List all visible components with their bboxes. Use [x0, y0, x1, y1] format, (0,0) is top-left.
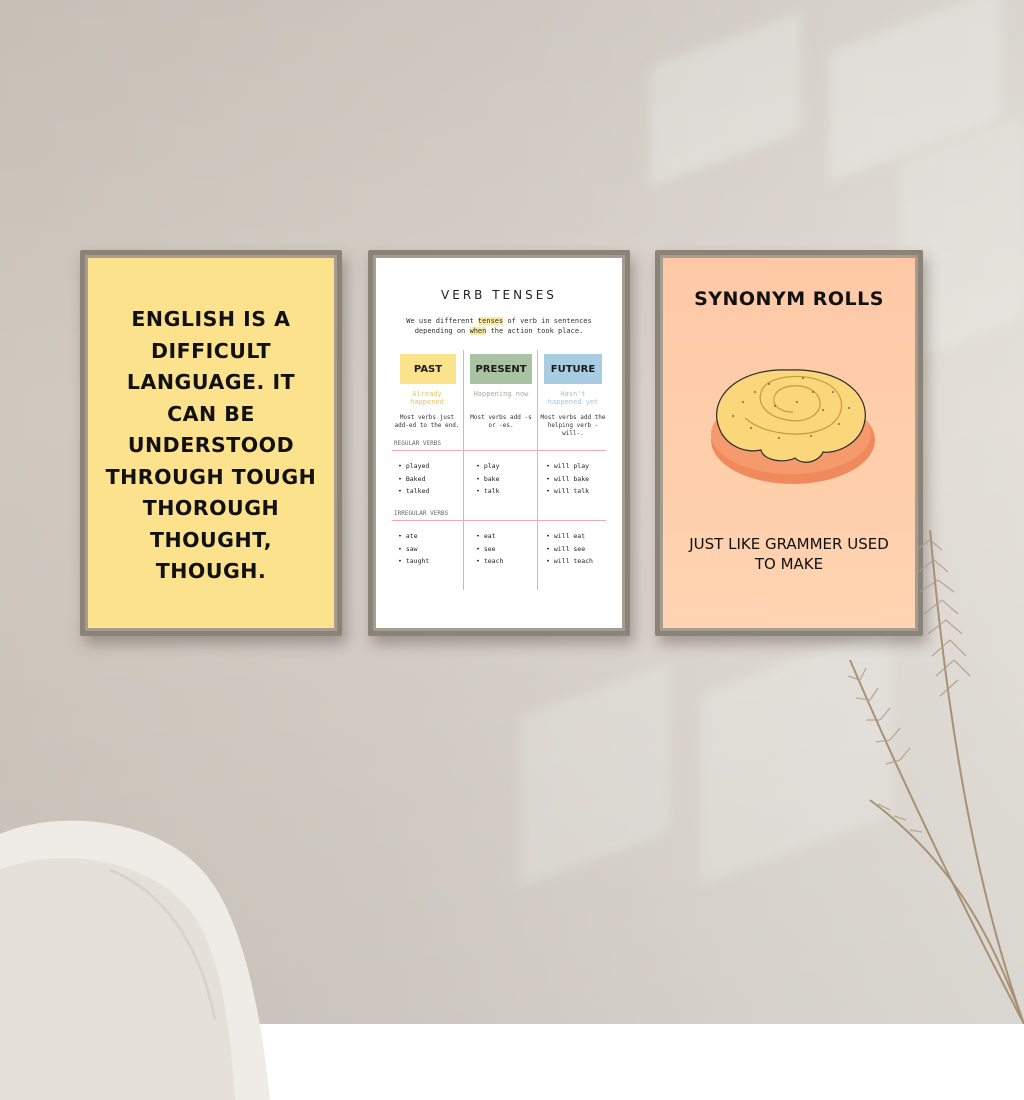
- tense-label-past: PAST: [400, 354, 456, 384]
- subtitle-text: of verb in sentences: [503, 317, 592, 325]
- quote-text: ENGLISH IS A DIFFICULT LANGUAGE. IT CAN …: [88, 304, 334, 588]
- subtitle-text: the action took place.: [486, 327, 584, 335]
- quote-line: UNDERSTOOD: [127, 433, 295, 457]
- list-item: • Baked: [398, 474, 426, 483]
- poster-frame-left: ENGLISH IS A DIFFICULT LANGUAGE. IT CAN …: [80, 250, 342, 636]
- quote-line: LANGUAGE. IT: [126, 370, 296, 394]
- verb-list-regular-future: • will play • will bake • will talk: [546, 460, 589, 498]
- verb-list-irregular-present: • eat • see • teach: [476, 530, 503, 568]
- quote-line: ENGLISH IS A: [131, 307, 291, 331]
- tense-description: Most verbs add the helping verb -will-.: [540, 414, 606, 437]
- poster-title: SYNONYM ROLLS: [694, 288, 884, 310]
- list-item: • will teach: [546, 557, 593, 565]
- list-item: • eat: [476, 532, 496, 540]
- subtitle-text: We use different: [406, 317, 478, 325]
- cinnamon-roll-icon: [711, 369, 875, 484]
- tense-label-future: FUTURE: [544, 354, 602, 384]
- verb-list-irregular-future: • will eat • will see • will teach: [546, 530, 593, 568]
- pampas-grass-decor: [847, 529, 1024, 1024]
- list-item: • taught: [398, 557, 430, 565]
- poster-subtitle: We use different tenses of verb in sente…: [396, 316, 602, 336]
- subtitle-highlight: when: [469, 327, 487, 335]
- quote-line: THOUGHT,: [149, 527, 273, 552]
- list-item: • will play: [546, 462, 590, 470]
- quote-line: THOROUGH: [142, 496, 280, 520]
- subtitle-text: depending on: [414, 327, 470, 335]
- quote-line: THROUGH TOUGH: [105, 464, 317, 489]
- frame-inner: VERB TENSES We use different tenses of v…: [373, 255, 625, 631]
- armchair: [0, 820, 270, 1100]
- list-item: • ate: [398, 532, 418, 540]
- list-item: • saw: [398, 544, 418, 553]
- subtitle-highlight: tenses: [477, 317, 504, 325]
- list-item: • play: [476, 462, 500, 470]
- list-item: • will see: [546, 544, 586, 553]
- tense-label-present: PRESENT: [470, 354, 532, 384]
- row-divider: [392, 450, 606, 451]
- verb-list-regular-present: • play • bake • talk: [476, 460, 499, 498]
- tense-description: Most verbs just add-ed to the end.: [394, 414, 460, 429]
- section-label-irregular: IRREGULAR VERBS: [394, 510, 449, 517]
- column-divider: [463, 350, 464, 590]
- tense-hint: Happening now: [473, 390, 529, 398]
- list-item: • see: [476, 544, 496, 553]
- list-item: • will talk: [546, 487, 590, 495]
- quote-line: THOUGH.: [155, 559, 267, 583]
- list-item: • will eat: [546, 532, 586, 540]
- list-item: • will bake: [546, 474, 590, 483]
- poster-frame-middle: VERB TENSES We use different tenses of v…: [368, 250, 630, 636]
- quote-line: DIFFICULT: [150, 338, 272, 363]
- list-item: • teach: [476, 557, 504, 565]
- list-item: • talk: [476, 487, 500, 495]
- tense-description: Most verbs add -s or -es.: [470, 414, 532, 429]
- frame-inner: ENGLISH IS A DIFFICULT LANGUAGE. IT CAN …: [85, 255, 337, 631]
- tense-hint: Already happened: [410, 390, 444, 406]
- verb-list-irregular-past: • ate • saw • taught: [398, 530, 429, 568]
- row-divider: [392, 520, 606, 521]
- list-item: • bake: [476, 474, 500, 483]
- section-label-regular: REGULAR VERBS: [394, 440, 441, 447]
- quote-line: CAN BE: [167, 401, 255, 426]
- column-divider: [537, 350, 538, 590]
- list-item: • played: [398, 462, 430, 470]
- verb-list-regular-past: • played • Baked • talked: [398, 460, 429, 498]
- tense-hint: Hasn't happened yet: [547, 390, 599, 406]
- list-item: • talked: [398, 487, 430, 495]
- poster-title: VERB TENSES: [441, 288, 557, 302]
- poster-english-quote: ENGLISH IS A DIFFICULT LANGUAGE. IT CAN …: [88, 258, 334, 628]
- poster-verb-tenses: VERB TENSES We use different tenses of v…: [376, 258, 622, 628]
